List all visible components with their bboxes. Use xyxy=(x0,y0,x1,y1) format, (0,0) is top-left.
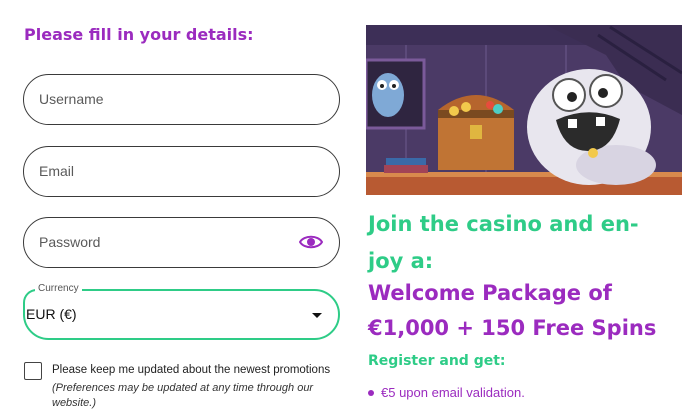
newsletter-label[interactable]: Please keep me updated about the newest … xyxy=(52,364,330,376)
username-placeholder: Username xyxy=(39,91,104,107)
eye-icon[interactable] xyxy=(299,233,323,251)
promo-banner-image xyxy=(366,25,682,195)
currency-legend: Currency xyxy=(35,283,82,294)
promo-bullet-item: €5 upon email validation. xyxy=(368,385,525,400)
password-placeholder: Password xyxy=(39,234,101,250)
email-placeholder: Email xyxy=(39,163,75,179)
promo-headline-green: Join the casino and en-joy a: xyxy=(368,212,639,273)
caret-down-icon[interactable] xyxy=(312,313,322,318)
form-title: Please fill in your details: xyxy=(24,25,254,44)
password-field[interactable]: Password xyxy=(23,217,340,268)
newsletter-note: (Preferences may be updated at any time … xyxy=(52,382,314,409)
currency-value: EUR (€) xyxy=(26,306,77,322)
promo-bullet-text: €5 upon email validation. xyxy=(381,385,525,400)
email-field[interactable]: Email xyxy=(23,146,340,197)
register-title: Register and get: xyxy=(368,353,506,369)
promo-headline-purple: Welcome Package of €1,000 + 150 Free Spi… xyxy=(368,281,657,340)
username-field[interactable]: Username xyxy=(23,74,340,125)
bullet-dot-icon xyxy=(368,389,374,396)
newsletter-checkbox[interactable] xyxy=(24,362,42,380)
currency-select[interactable]: Currency EUR (€) xyxy=(23,283,340,340)
